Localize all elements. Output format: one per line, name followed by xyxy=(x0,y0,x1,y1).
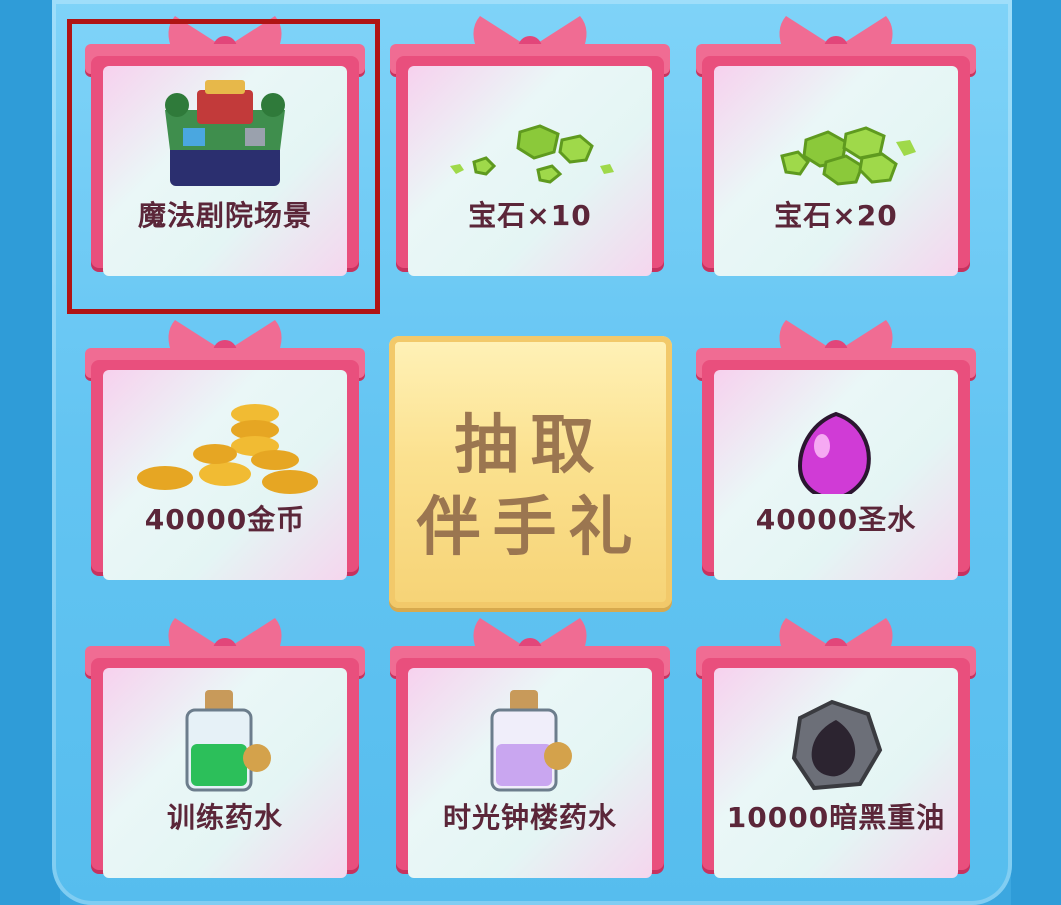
prize-label: 宝石×20 xyxy=(774,199,898,232)
selection-highlight xyxy=(67,19,380,314)
prize-card-dark-elixir[interactable]: 10000暗黑重油 xyxy=(696,610,976,878)
prize-card-elixir[interactable]: 40000圣水 xyxy=(696,312,976,580)
prize-card-gold[interactable]: 40000金币 xyxy=(85,312,365,580)
prize-card-gems-20[interactable]: 宝石×20 xyxy=(696,8,976,276)
clock-tower-potion-icon xyxy=(490,690,572,792)
training-potion-icon xyxy=(185,690,271,792)
gold-coins-icon xyxy=(137,404,318,494)
draw-button-line2: 伴手礼 xyxy=(416,491,645,565)
gems-small-icon xyxy=(450,124,614,184)
prize-card-training-potion[interactable]: 训练药水 xyxy=(85,610,365,878)
dark-elixir-icon xyxy=(791,699,883,791)
draw-gift-button[interactable]: 抽取 伴手礼 xyxy=(389,336,672,608)
prize-label: 40000圣水 xyxy=(755,503,917,536)
draw-button-line1: 抽取 xyxy=(454,409,607,483)
background-right xyxy=(1011,0,1061,905)
background-left xyxy=(0,0,60,905)
gems-large-icon xyxy=(780,126,916,186)
elixir-drop-icon xyxy=(797,411,871,494)
prize-label: 宝石×10 xyxy=(468,199,592,232)
prize-card-gems-10[interactable]: 宝石×10 xyxy=(390,8,670,276)
prize-card-clocktower-potion[interactable]: 时光钟楼药水 xyxy=(390,610,670,878)
prize-label: 时光钟楼药水 xyxy=(442,801,617,834)
prize-label: 40000金币 xyxy=(144,503,306,536)
prize-label: 10000暗黑重油 xyxy=(726,801,946,834)
prize-label: 训练药水 xyxy=(166,801,283,834)
